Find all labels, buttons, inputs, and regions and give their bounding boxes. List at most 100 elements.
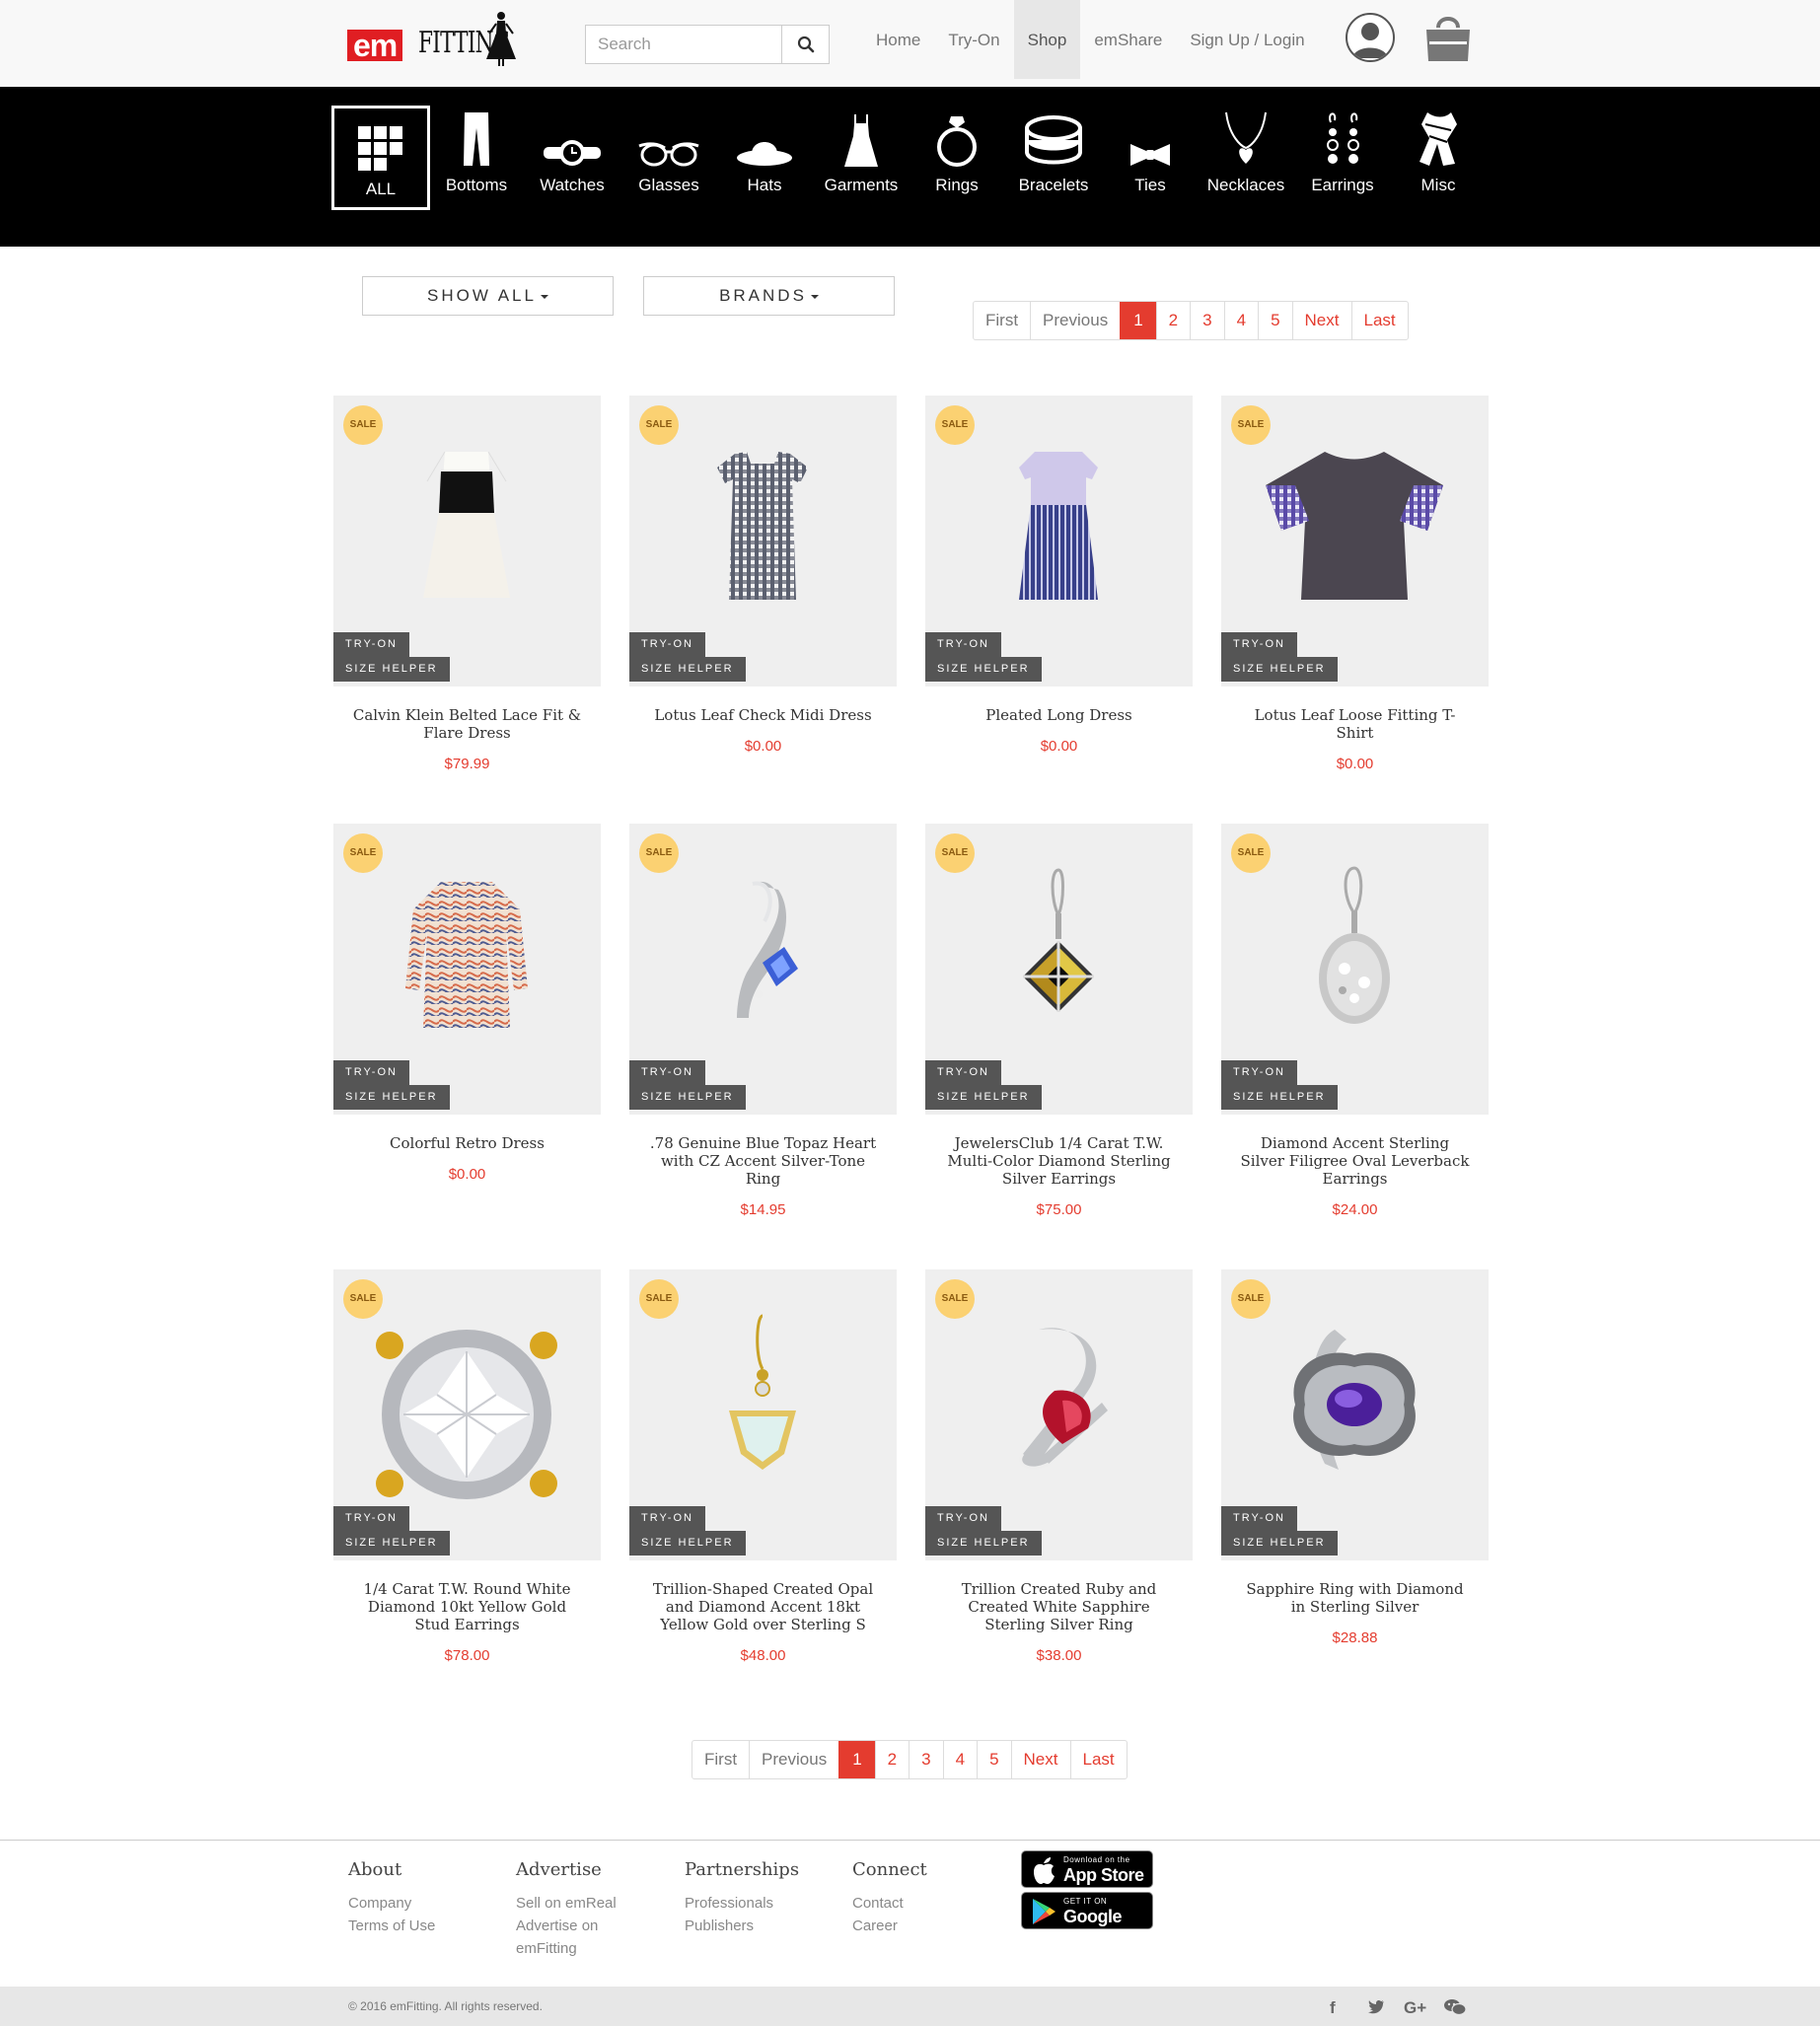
app-store-button[interactable]: Download on the App Store	[1021, 1850, 1153, 1888]
page-5[interactable]: 5	[977, 1741, 1010, 1778]
emfitting-logo[interactable]: em FITTING	[345, 8, 518, 69]
try-on-button[interactable]: TRY-ON	[1221, 1060, 1297, 1085]
footer-link-publishers[interactable]: Publishers	[685, 1915, 799, 1937]
size-helper-button[interactable]: SIZE HELPER	[1221, 657, 1338, 682]
product-name[interactable]: .78 Genuine Blue Topaz Heart with CZ Acc…	[629, 1134, 897, 1188]
footer-link-advertise[interactable]: Advertise on emFitting	[516, 1915, 634, 1960]
product-name[interactable]: Colorful Retro Dress	[333, 1134, 601, 1152]
show-all-dropdown[interactable]: SHOW ALL	[362, 276, 614, 316]
page-3[interactable]: 3	[909, 1741, 942, 1778]
search-button[interactable]	[781, 26, 829, 63]
category-garments[interactable]: Garments	[812, 107, 910, 211]
page-previous[interactable]: Previous	[1030, 302, 1120, 339]
page-first[interactable]: First	[692, 1741, 749, 1778]
product-name[interactable]: Diamond Accent Sterling Silver Filigree …	[1221, 1134, 1489, 1188]
try-on-button[interactable]: TRY-ON	[333, 1060, 409, 1085]
try-on-button[interactable]: TRY-ON	[629, 1506, 705, 1531]
size-helper-button[interactable]: SIZE HELPER	[629, 657, 746, 682]
size-helper-button[interactable]: SIZE HELPER	[925, 1085, 1042, 1110]
product-name[interactable]: Calvin Klein Belted Lace Fit & Flare Dre…	[333, 706, 601, 742]
brands-dropdown[interactable]: BRANDS	[643, 276, 895, 316]
product-card[interactable]: SALE TRY-ON SIZE HELPER Trillion Created Ru…	[925, 1269, 1193, 1664]
category-bracelets[interactable]: Bracelets	[1004, 107, 1103, 211]
try-on-button[interactable]: TRY-ON	[333, 1506, 409, 1531]
footer-link-company[interactable]: Company	[348, 1892, 435, 1915]
google-plus-icon[interactable]: G+	[1404, 1998, 1426, 2018]
product-card[interactable]: SALE TRY-ON SIZE HELPER Pleated Long Dress $…	[925, 396, 1193, 755]
user-avatar[interactable]	[1346, 13, 1395, 62]
search-input[interactable]	[586, 26, 781, 63]
size-helper-button[interactable]: SIZE HELPER	[629, 1531, 746, 1556]
product-image[interactable]: SALE TRY-ON SIZE HELPER	[1221, 1269, 1489, 1560]
page-first[interactable]: First	[974, 302, 1030, 339]
nav-signup-login[interactable]: Sign Up / Login	[1176, 0, 1318, 79]
page-3[interactable]: 3	[1190, 302, 1223, 339]
try-on-button[interactable]: TRY-ON	[925, 632, 1001, 657]
page-previous[interactable]: Previous	[749, 1741, 838, 1778]
product-card[interactable]: SALE TRY-ON SIZE HELPER 1/4 Carat T.W. Roun…	[333, 1269, 601, 1664]
page-last[interactable]: Last	[1069, 1741, 1127, 1778]
page-4[interactable]: 4	[1223, 302, 1258, 339]
product-card[interactable]: SALE TRY-ON SIZE HELPER Calvin Klein Belted…	[333, 396, 601, 772]
try-on-button[interactable]: TRY-ON	[925, 1506, 1001, 1531]
product-image[interactable]: SALE TRY-ON SIZE HELPER	[1221, 396, 1489, 687]
footer-link-sell[interactable]: Sell on emReal	[516, 1892, 634, 1915]
google-play-button[interactable]: GET IT ON Google Play	[1021, 1892, 1153, 1947]
product-image[interactable]: SALE TRY-ON SIZE HELPER	[629, 396, 897, 687]
product-image[interactable]: SALE TRY-ON SIZE HELPER	[333, 824, 601, 1115]
size-helper-button[interactable]: SIZE HELPER	[333, 1531, 450, 1556]
product-image[interactable]: SALE TRY-ON SIZE HELPER	[629, 1269, 897, 1560]
product-name[interactable]: Pleated Long Dress	[925, 706, 1193, 724]
category-ties[interactable]: Ties	[1101, 107, 1200, 211]
page-1[interactable]: 1	[1120, 302, 1156, 339]
size-helper-button[interactable]: SIZE HELPER	[1221, 1085, 1338, 1110]
page-2[interactable]: 2	[1155, 302, 1190, 339]
product-image[interactable]: SALE TRY-ON SIZE HELPER	[925, 824, 1193, 1115]
footer-link-terms[interactable]: Terms of Use	[348, 1915, 435, 1937]
category-earrings[interactable]: Earrings	[1293, 107, 1392, 211]
try-on-button[interactable]: TRY-ON	[925, 1060, 1001, 1085]
size-helper-button[interactable]: SIZE HELPER	[1221, 1531, 1338, 1556]
size-helper-button[interactable]: SIZE HELPER	[925, 657, 1042, 682]
product-card[interactable]: SALE TRY-ON SIZE HELPER Lotus Leaf Loose Fi…	[1221, 396, 1489, 772]
product-image[interactable]: SALE TRY-ON SIZE HELPER	[333, 396, 601, 687]
category-watches[interactable]: Watches	[523, 107, 621, 211]
nav-shop[interactable]: Shop	[1013, 0, 1081, 79]
product-image[interactable]: SALE TRY-ON SIZE HELPER	[629, 824, 897, 1115]
product-name[interactable]: Lotus Leaf Check Midi Dress	[629, 706, 897, 724]
category-bottoms[interactable]: Bottoms	[427, 107, 526, 211]
footer-link-career[interactable]: Career	[852, 1915, 927, 1937]
nav-home[interactable]: Home	[862, 0, 934, 79]
product-card[interactable]: SALE TRY-ON SIZE HELPER Diamond Accent Ster…	[1221, 824, 1489, 1218]
try-on-button[interactable]: TRY-ON	[333, 632, 409, 657]
product-name[interactable]: JewelersClub 1/4 Carat T.W. Multi-Color …	[925, 1134, 1193, 1188]
product-name[interactable]: Lotus Leaf Loose Fitting T-Shirt	[1221, 706, 1489, 742]
product-name[interactable]: Trillion-Shaped Created Opal and Diamond…	[629, 1580, 897, 1633]
product-card[interactable]: SALE TRY-ON SIZE HELPER .78 Genuine Blue To…	[629, 824, 897, 1218]
product-name[interactable]: 1/4 Carat T.W. Round White Diamond 10kt …	[333, 1580, 601, 1633]
wechat-icon[interactable]	[1444, 1998, 1467, 2021]
size-helper-button[interactable]: SIZE HELPER	[629, 1085, 746, 1110]
page-next[interactable]: Next	[1291, 302, 1351, 339]
category-hats[interactable]: Hats	[715, 107, 814, 211]
product-name[interactable]: Trillion Created Ruby and Created White …	[925, 1580, 1193, 1633]
page-1[interactable]: 1	[838, 1741, 875, 1778]
category-misc[interactable]: Misc	[1389, 107, 1488, 211]
product-card[interactable]: SALE TRY-ON SIZE HELPER Lotus Leaf Check Mi…	[629, 396, 897, 755]
product-image[interactable]: SALE TRY-ON SIZE HELPER	[1221, 824, 1489, 1115]
page-5[interactable]: 5	[1258, 302, 1291, 339]
try-on-button[interactable]: TRY-ON	[629, 1060, 705, 1085]
footer-link-contact[interactable]: Contact	[852, 1892, 927, 1915]
twitter-icon[interactable]	[1367, 1998, 1385, 2019]
footer-link-professionals[interactable]: Professionals	[685, 1892, 799, 1915]
product-image[interactable]: SALE TRY-ON SIZE HELPER	[925, 396, 1193, 687]
page-next[interactable]: Next	[1010, 1741, 1070, 1778]
product-card[interactable]: SALE TRY-ON SIZE HELPER Colorful Retro Dres…	[333, 824, 601, 1183]
nav-try-on[interactable]: Try-On	[934, 0, 1013, 79]
page-last[interactable]: Last	[1350, 302, 1408, 339]
page-4[interactable]: 4	[942, 1741, 977, 1778]
product-card[interactable]: SALE TRY-ON SIZE HELPER Sapphire Ring with …	[1221, 1269, 1489, 1646]
category-rings[interactable]: Rings	[908, 107, 1006, 211]
size-helper-button[interactable]: SIZE HELPER	[333, 1085, 450, 1110]
try-on-button[interactable]: TRY-ON	[1221, 1506, 1297, 1531]
